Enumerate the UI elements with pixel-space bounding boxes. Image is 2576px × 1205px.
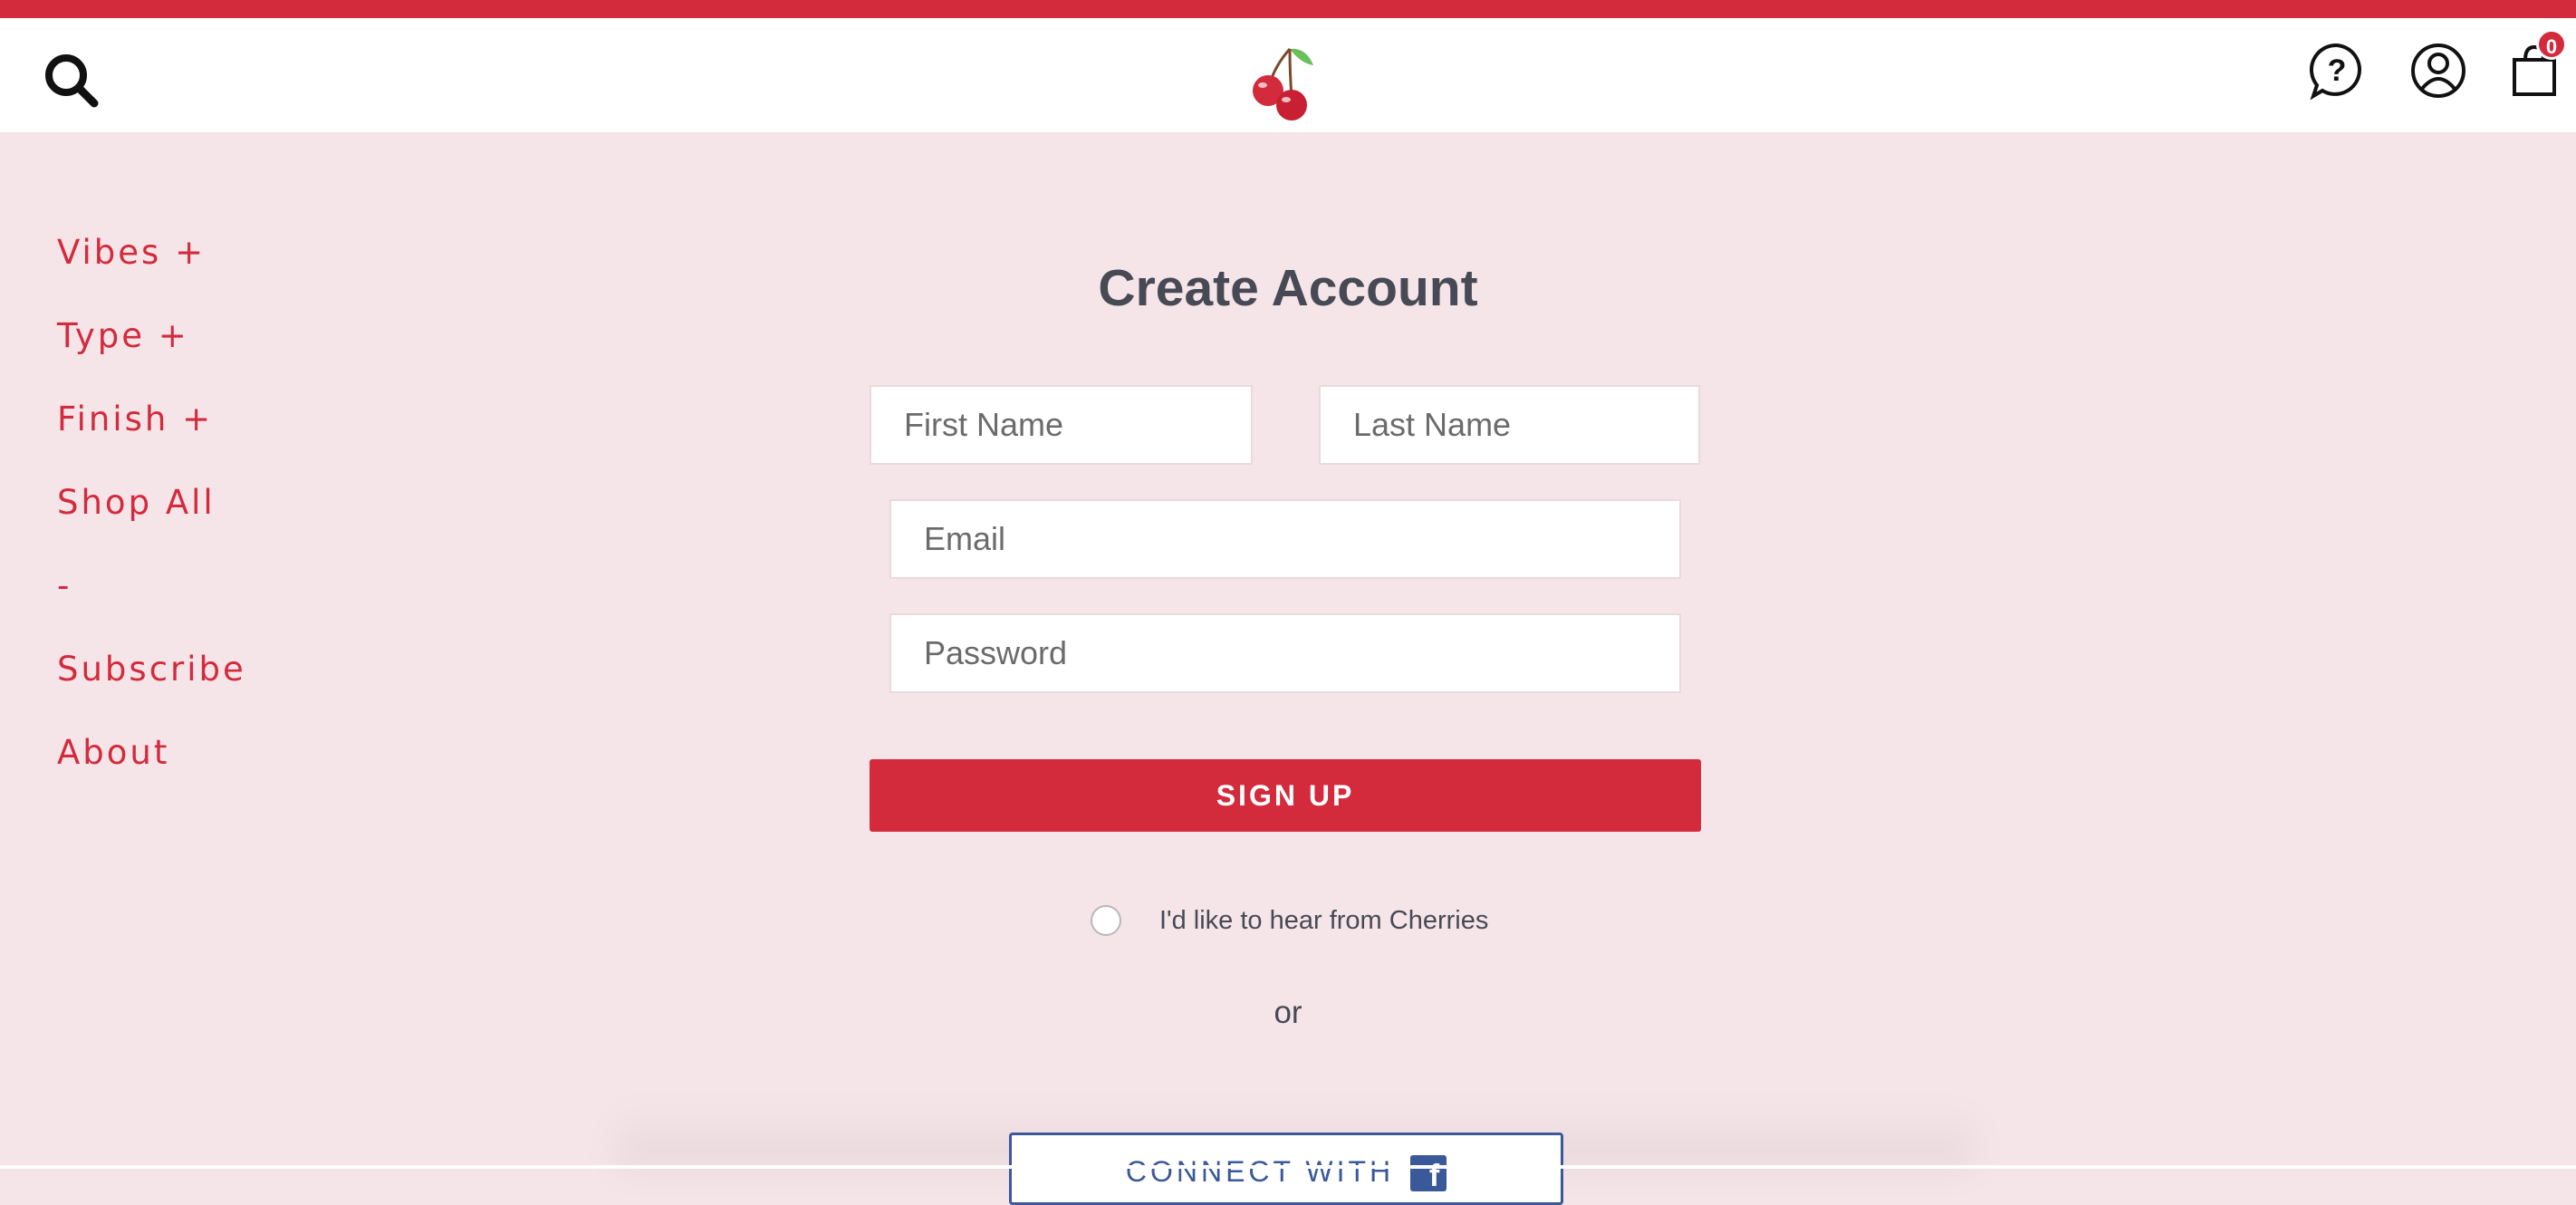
newsletter-opt-in-label: I'd like to hear from Cherries — [1159, 905, 1489, 935]
page-title: Create Account — [1098, 259, 1478, 317]
newsletter-opt-in: I'd like to hear from Cherries — [1091, 903, 1488, 938]
last-name-field[interactable] — [1319, 385, 1700, 465]
search-icon[interactable] — [42, 51, 101, 111]
connect-facebook-label: CONNECT WITH — [1125, 1155, 1395, 1188]
nav-item-shop-all[interactable]: Shop All — [57, 480, 246, 564]
facebook-icon: f — [1410, 1155, 1447, 1193]
cart-count-badge: 0 — [2536, 29, 2567, 60]
nav-item-subscribe[interactable]: Subscribe — [57, 647, 246, 730]
nav-item-finish[interactable]: Finish + — [57, 397, 246, 480]
nav-separator: - — [57, 566, 72, 605]
password-field[interactable] — [889, 613, 1681, 693]
bottom-edge — [0, 1165, 2576, 1169]
svg-text:?: ? — [2328, 53, 2347, 88]
newsletter-opt-in-radio[interactable] — [1091, 905, 1121, 936]
nav-item-type[interactable]: Type + — [57, 313, 246, 397]
help-chat-icon[interactable]: ? — [2308, 42, 2366, 100]
cherries-logo[interactable] — [1243, 38, 1333, 129]
email-field[interactable] — [889, 499, 1681, 579]
nav-item-about[interactable]: About — [57, 730, 246, 814]
first-name-field[interactable] — [870, 385, 1253, 465]
site-header: ? — [0, 18, 2576, 132]
or-divider: or — [1274, 995, 1302, 1030]
connect-facebook-button[interactable]: CONNECT WITH f — [1009, 1133, 1563, 1205]
sign-up-button[interactable]: SIGN UP — [870, 759, 1701, 832]
top-accent-bar — [0, 0, 2576, 18]
user-account-icon[interactable] — [2409, 42, 2467, 100]
